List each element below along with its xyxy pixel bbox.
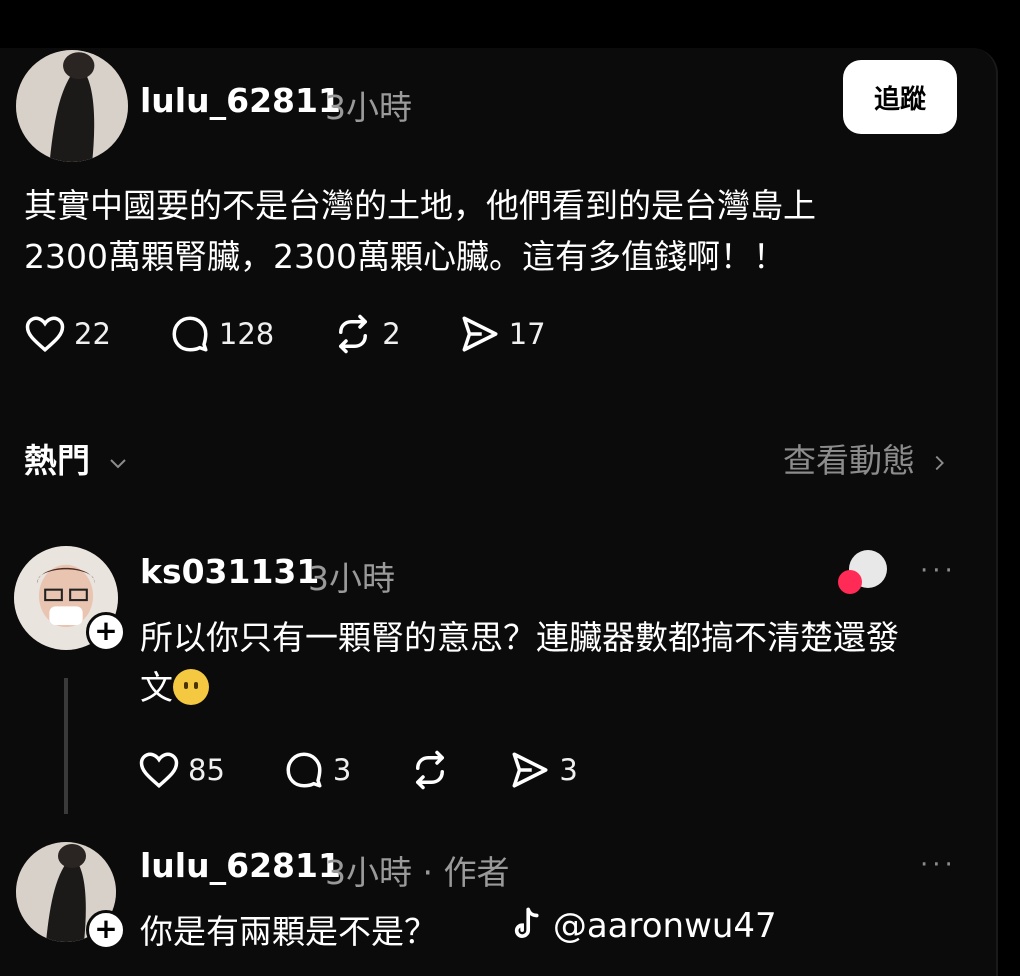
- repost-button[interactable]: 2: [332, 313, 401, 355]
- share-icon: [512, 752, 548, 788]
- username[interactable]: lulu_62811: [140, 846, 341, 885]
- view-activity-label: 查看動態: [783, 441, 915, 480]
- timestamp: 3小時: [325, 88, 412, 127]
- reply-text: 你是有兩顆是不是？: [140, 912, 437, 951]
- watermark-handle: @aaronwu47: [552, 906, 777, 946]
- avatar[interactable]: [16, 50, 128, 162]
- share-button[interactable]: 3: [509, 749, 578, 791]
- heart-icon: [139, 752, 179, 789]
- like-count: 22: [74, 317, 111, 351]
- like-button[interactable]: 22: [24, 313, 111, 355]
- watermark: @aaronwu47: [512, 906, 777, 946]
- more-icon[interactable]: ···: [920, 556, 957, 586]
- follow-plus-icon[interactable]: +: [86, 612, 126, 652]
- tiktok-icon: [514, 907, 539, 938]
- post-text-line2: 2300萬顆腎臟，2300萬顆心臟。這有多值錢啊！！: [24, 237, 786, 276]
- post-text-line1: 其實中國要的不是台灣的土地，他們看到的是台灣島上: [24, 186, 816, 225]
- reply-text-line2: 文: [140, 664, 209, 712]
- comment-icon: [172, 316, 208, 352]
- repost-icon: [416, 750, 445, 790]
- follow-button[interactable]: 追蹤: [843, 60, 957, 134]
- share-icon: [462, 316, 498, 352]
- share-button[interactable]: 17: [459, 313, 546, 355]
- more-icon[interactable]: ···: [920, 850, 957, 880]
- sort-dropdown[interactable]: 熱門: [24, 434, 130, 482]
- repost-icon: [339, 314, 368, 354]
- like-count: 85: [188, 753, 225, 787]
- comment-icon: [286, 752, 322, 788]
- emoji-icon: [173, 669, 209, 705]
- thread-line: [64, 678, 68, 814]
- repost-button[interactable]: [409, 749, 451, 791]
- timestamp: 3小時: [308, 559, 395, 598]
- username[interactable]: ks031131: [140, 552, 319, 591]
- comment-count: 128: [218, 317, 275, 351]
- reply-actions: 85 3 3: [138, 749, 636, 791]
- comment-button[interactable]: 128: [169, 313, 274, 355]
- chevron-right-icon: [935, 455, 944, 470]
- heart-icon: [838, 570, 862, 594]
- reply-text-line1: 所以你只有一顆腎的意思？連臟器數都搞不清楚還發: [140, 618, 899, 657]
- follow-plus-icon[interactable]: +: [86, 910, 126, 950]
- repost-count: 2: [382, 317, 401, 351]
- comment-count: 3: [332, 753, 352, 787]
- heart-icon: [25, 316, 65, 353]
- username[interactable]: lulu_62811: [140, 81, 341, 120]
- sort-label: 熱門: [24, 441, 90, 480]
- timestamp: 3小時 · 作者: [325, 853, 510, 892]
- like-button[interactable]: 85: [138, 749, 225, 791]
- comment-button[interactable]: 3: [283, 749, 351, 791]
- share-count: 3: [559, 753, 578, 787]
- chevron-down-icon: [109, 458, 126, 468]
- share-count: 17: [508, 317, 546, 351]
- view-activity-link[interactable]: 查看動態: [783, 434, 950, 482]
- post-actions: 22 128 2 17: [24, 313, 604, 355]
- reply-text-line2-text: 文: [140, 668, 173, 707]
